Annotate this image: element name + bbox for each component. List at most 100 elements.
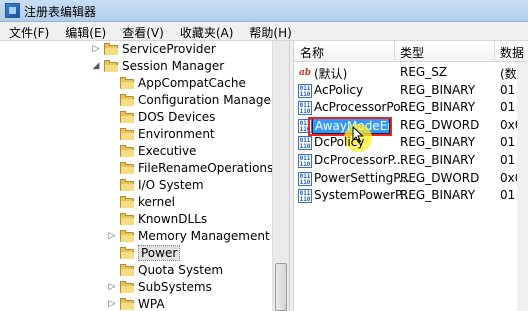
tree-item[interactable]: Environment (0, 126, 272, 143)
collapsed-arrow-icon (107, 196, 117, 208)
value-row[interactable]: 011110DcPolicyREG_BINARY01 00 (294, 134, 528, 152)
tree-item-label: Session Manager (122, 59, 225, 73)
tree-item-label: SubSystems (138, 280, 212, 294)
tree-item[interactable]: kernel (0, 194, 272, 211)
column-header-type[interactable]: 类型 (400, 44, 424, 61)
folder-icon (120, 94, 134, 106)
tree-item-label: AppCompatCache (138, 76, 246, 90)
folder-icon (104, 43, 118, 55)
tree-item-label: DOS Devices (138, 110, 216, 124)
window-title: 注册表编辑器 (24, 5, 97, 19)
value-row[interactable]: 011110AwayModeEna...REG_DWORD0x000 (294, 116, 528, 152)
tree-item[interactable]: ▷ ServiceProvider (0, 41, 272, 58)
column-header-data[interactable]: 数据 (500, 44, 524, 61)
tree-item[interactable]: Executive (0, 143, 272, 160)
collapsed-arrow-icon (107, 128, 117, 140)
value-name: (默认) (314, 67, 348, 81)
tree-item[interactable]: Quota System (0, 262, 272, 279)
collapsed-arrow-icon (107, 94, 117, 106)
value-row[interactable]: 011110AcProcessorPo...REG_BINARY01 00 (294, 99, 528, 117)
tree-item-label: ServiceProvider (122, 42, 216, 56)
collapsed-arrow-icon[interactable]: ▷ (107, 281, 117, 293)
tree-item[interactable]: DOS Devices (0, 109, 272, 126)
string-value-icon: ab (298, 68, 312, 78)
collapsed-arrow-icon (107, 264, 117, 276)
folder-icon (120, 247, 134, 259)
binary-value-icon: 011 110 (298, 154, 312, 168)
folder-icon (120, 162, 134, 174)
folder-icon (104, 60, 118, 72)
tree-scrollbar-thumb[interactable] (275, 263, 287, 311)
tree-item[interactable]: AppCompatCache (0, 75, 272, 92)
menu-file[interactable]: 文件(F) (0, 22, 56, 40)
expanded-arrow-icon[interactable]: ◢ (91, 60, 101, 72)
tree-item-label: Executive (138, 144, 197, 158)
tree-item[interactable]: I/O System (0, 177, 272, 194)
menu-view[interactable]: 查看(V) (113, 22, 171, 40)
key-tree-pane: ▷ ServiceProvider ◢ Session Manager AppCompa… (0, 41, 290, 311)
folder-icon (120, 298, 134, 310)
collapsed-arrow-icon (107, 179, 117, 191)
binary-value-icon: 011 110 (298, 136, 312, 151)
menu-help[interactable]: 帮助(H) (240, 22, 298, 40)
menu-favorites[interactable]: 收藏夹(A) (171, 22, 241, 40)
tree-item[interactable]: KnownDLLs (0, 211, 272, 228)
tree-item-label: Power (138, 245, 181, 261)
value-type: REG_BINARY (400, 188, 476, 203)
registry-editor-icon (5, 3, 20, 18)
value-row[interactable]: 011110PowerSettingP...REG_DWORD0x000 (294, 170, 528, 188)
value-type: REG_BINARY (400, 153, 476, 167)
binary-value-icon: 011 110 (298, 189, 312, 204)
tree-item-label: kernel (138, 195, 175, 209)
tree-item[interactable]: ▷ SubSystems (0, 279, 272, 296)
menu-edit[interactable]: 编辑(E) (56, 22, 113, 40)
value-row[interactable]: 011110SystemPowerP...REG_BINARY01 00 (294, 187, 528, 205)
folder-icon (120, 264, 134, 276)
folder-icon (120, 230, 134, 242)
tree-scrollbar[interactable] (272, 41, 289, 311)
value-type: REG_SZ (400, 65, 448, 79)
collapsed-arrow-icon[interactable]: ▷ (107, 298, 117, 310)
value-name: SystemPowerP... (314, 188, 412, 203)
collapsed-arrow-icon (107, 111, 117, 123)
tree-item[interactable]: ▷ Memory Management (0, 228, 272, 245)
value-name: DcPolicy (314, 135, 365, 150)
value-row[interactable]: 011110AcPolicyREG_BINARY01 00 (294, 82, 528, 100)
column-divider[interactable] (494, 41, 495, 62)
tree-item[interactable]: ◢ Session Manager (0, 58, 272, 75)
value-name: AcPolicy (314, 82, 364, 97)
value-type: REG_DWORD (400, 117, 480, 132)
tree-item[interactable]: Configuration Manager (0, 92, 276, 109)
list-scrollbar[interactable] (517, 62, 528, 311)
tree-item-label: Memory Management (138, 229, 270, 243)
value-list-pane: 名称 类型 数据 ab(默认)REG_SZ(数值未011110AcPolicyR… (294, 41, 528, 311)
value-row[interactable]: 011110DcProcessorP...REG_BINARY01 00 (294, 152, 528, 170)
tree-item-label: FileRenameOperations (138, 161, 274, 175)
column-divider[interactable] (394, 41, 395, 62)
folder-icon (120, 145, 134, 157)
folder-icon (120, 77, 134, 89)
tree-item-label: Configuration Manager (138, 93, 276, 107)
list-header: 名称 类型 数据 (294, 41, 528, 62)
collapsed-arrow-icon[interactable]: ▷ (107, 230, 117, 242)
tree-item-label: Environment (138, 127, 215, 141)
collapsed-arrow-icon (107, 145, 117, 157)
value-name: PowerSettingP... (314, 170, 411, 185)
collapsed-arrow-icon[interactable]: ▷ (91, 43, 101, 55)
binary-value-icon: 011 110 (298, 171, 312, 186)
binary-value-icon: 011 110 (298, 101, 312, 116)
tree-item[interactable]: ▷ WPA (0, 296, 272, 311)
tree-item[interactable]: FileRenameOperations (0, 160, 274, 177)
tree-item-label: WPA (138, 297, 165, 311)
value-row[interactable]: ab(默认)REG_SZ(数值未 (294, 64, 528, 82)
binary-value-icon: 011 110 (298, 83, 312, 98)
collapsed-arrow-icon (107, 213, 117, 225)
tree-item[interactable]: Power (0, 245, 272, 262)
folder-icon (120, 179, 134, 191)
folder-icon (120, 111, 134, 123)
title-bar: 注册表编辑器 (0, 0, 528, 22)
collapsed-arrow-icon (107, 162, 117, 174)
value-name: DcProcessorP... (314, 153, 405, 167)
folder-icon (120, 128, 134, 140)
column-header-name[interactable]: 名称 (300, 44, 324, 61)
